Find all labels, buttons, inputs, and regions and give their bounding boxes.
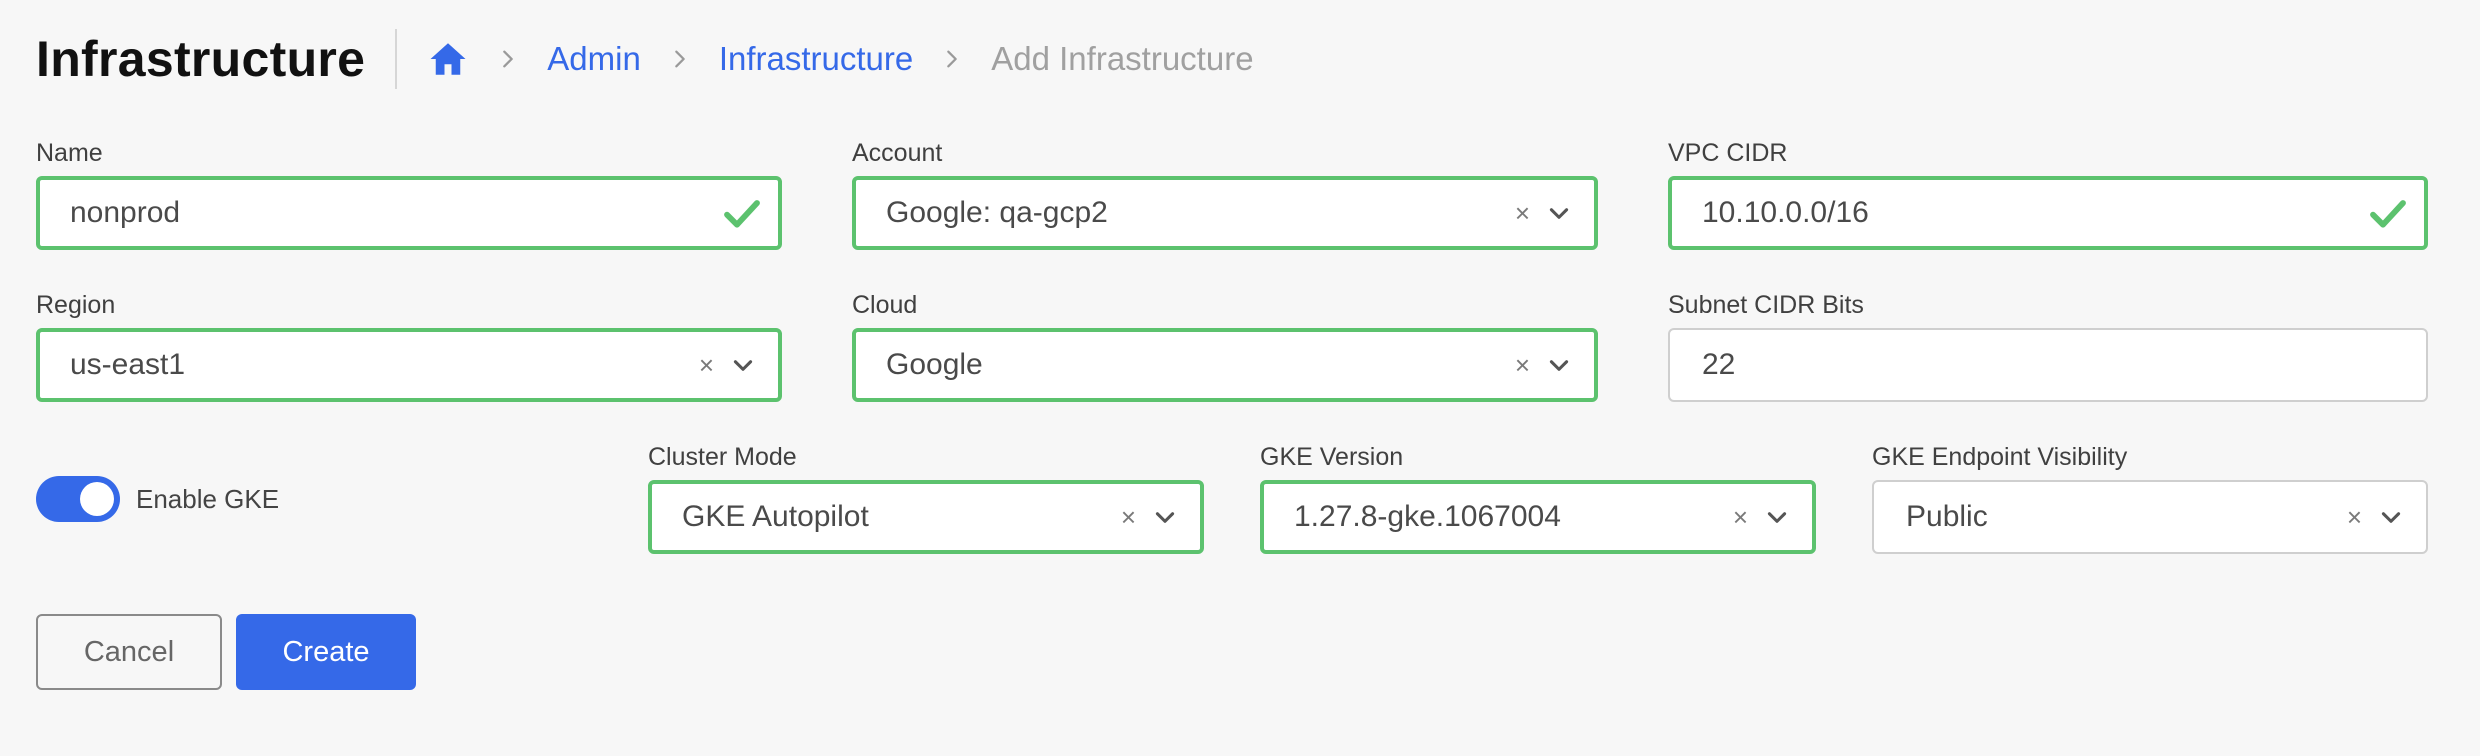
chevron-down-icon[interactable] — [1152, 504, 1178, 530]
cluster-mode-label: Cluster Mode — [648, 443, 797, 471]
enable-gke-toggle[interactable] — [36, 476, 120, 522]
subnet-cidr-bits-label: Subnet CIDR Bits — [1668, 291, 1864, 319]
gke-endpoint-visibility-field: GKE Endpoint Visibility Public × — [1872, 440, 2428, 554]
toggle-knob — [80, 482, 114, 516]
gke-version-value: 1.27.8-gke.1067004 — [1294, 500, 1561, 533]
gke-endpoint-visibility-select[interactable]: Public × — [1872, 480, 2428, 554]
chevron-right-icon — [941, 48, 963, 70]
create-button[interactable]: Create — [236, 614, 416, 690]
chevron-right-icon — [497, 48, 519, 70]
cluster-mode-field: Cluster Mode GKE Autopilot × — [648, 440, 1204, 554]
cloud-select[interactable]: Google × — [852, 328, 1598, 402]
region-field: Region us-east1 × — [36, 288, 782, 402]
account-field: Account Google: qa-gcp2 × — [852, 136, 1598, 250]
cloud-value: Google — [886, 348, 983, 381]
chevron-down-icon[interactable] — [1764, 504, 1790, 530]
enable-gke-label: Enable GKE — [136, 483, 280, 514]
chevron-down-icon[interactable] — [1546, 352, 1572, 378]
chevron-right-icon — [669, 48, 691, 70]
name-input[interactable]: nonprod — [36, 176, 782, 250]
gke-version-label: GKE Version — [1260, 443, 1404, 471]
gke-endpoint-visibility-value: Public — [1906, 500, 1988, 533]
chevron-down-icon[interactable] — [730, 352, 756, 378]
vpc-cidr-field: VPC CIDR 10.10.0.0/16 — [1668, 136, 2428, 250]
name-label: Name — [36, 139, 103, 167]
name-field: Name nonprod — [36, 136, 782, 250]
vpc-cidr-label: VPC CIDR — [1668, 139, 1788, 167]
page-title: Infrastructure — [36, 31, 366, 87]
subnet-cidr-bits-field: Subnet CIDR Bits 22 — [1668, 288, 2428, 402]
cloud-field: Cloud Google × — [852, 288, 1598, 402]
region-select[interactable]: us-east1 × — [36, 328, 782, 402]
add-infrastructure-page: Infrastructure Admin Infrastructure Add … — [0, 0, 2480, 756]
account-label: Account — [852, 139, 943, 167]
chevron-down-icon[interactable] — [2378, 504, 2404, 530]
gke-endpoint-visibility-label: GKE Endpoint Visibility — [1872, 443, 2128, 471]
header-divider — [395, 29, 398, 89]
clear-icon[interactable]: × — [1515, 198, 1530, 229]
breadcrumb-infrastructure[interactable]: Infrastructure — [719, 40, 913, 78]
name-value: nonprod — [70, 196, 181, 229]
gke-version-field: GKE Version 1.27.8-gke.1067004 × — [1260, 440, 1816, 554]
vpc-cidr-input[interactable]: 10.10.0.0/16 — [1668, 176, 2428, 250]
clear-icon[interactable]: × — [2347, 502, 2362, 533]
account-select[interactable]: Google: qa-gcp2 × — [852, 176, 1598, 250]
vpc-cidr-value: 10.10.0.0/16 — [1702, 196, 1869, 229]
enable-gke-control: Enable GKE — [36, 476, 279, 522]
breadcrumb-admin[interactable]: Admin — [547, 40, 641, 78]
region-value: us-east1 — [70, 348, 186, 381]
clear-icon[interactable]: × — [1733, 502, 1748, 533]
home-icon[interactable] — [427, 38, 469, 80]
clear-icon[interactable]: × — [1121, 502, 1136, 533]
clear-icon[interactable]: × — [1515, 350, 1530, 381]
chevron-down-icon[interactable] — [1546, 200, 1572, 226]
cluster-mode-select[interactable]: GKE Autopilot × — [648, 480, 1204, 554]
cancel-button[interactable]: Cancel — [36, 614, 222, 690]
check-icon — [2370, 200, 2406, 228]
clear-icon[interactable]: × — [699, 350, 714, 381]
cluster-mode-value: GKE Autopilot — [682, 500, 869, 533]
subnet-cidr-bits-value: 22 — [1702, 348, 1736, 381]
cloud-label: Cloud — [852, 291, 918, 319]
breadcrumb-current: Add Infrastructure — [991, 40, 1254, 77]
region-label: Region — [36, 291, 116, 319]
account-value: Google: qa-gcp2 — [886, 196, 1108, 229]
gke-version-select[interactable]: 1.27.8-gke.1067004 × — [1260, 480, 1816, 554]
subnet-cidr-bits-input[interactable]: 22 — [1668, 328, 2428, 402]
check-icon — [724, 200, 760, 228]
breadcrumb: Admin Infrastructure Add Infrastructure — [427, 38, 1254, 80]
page-header: Infrastructure Admin Infrastructure Add … — [36, 24, 1254, 94]
